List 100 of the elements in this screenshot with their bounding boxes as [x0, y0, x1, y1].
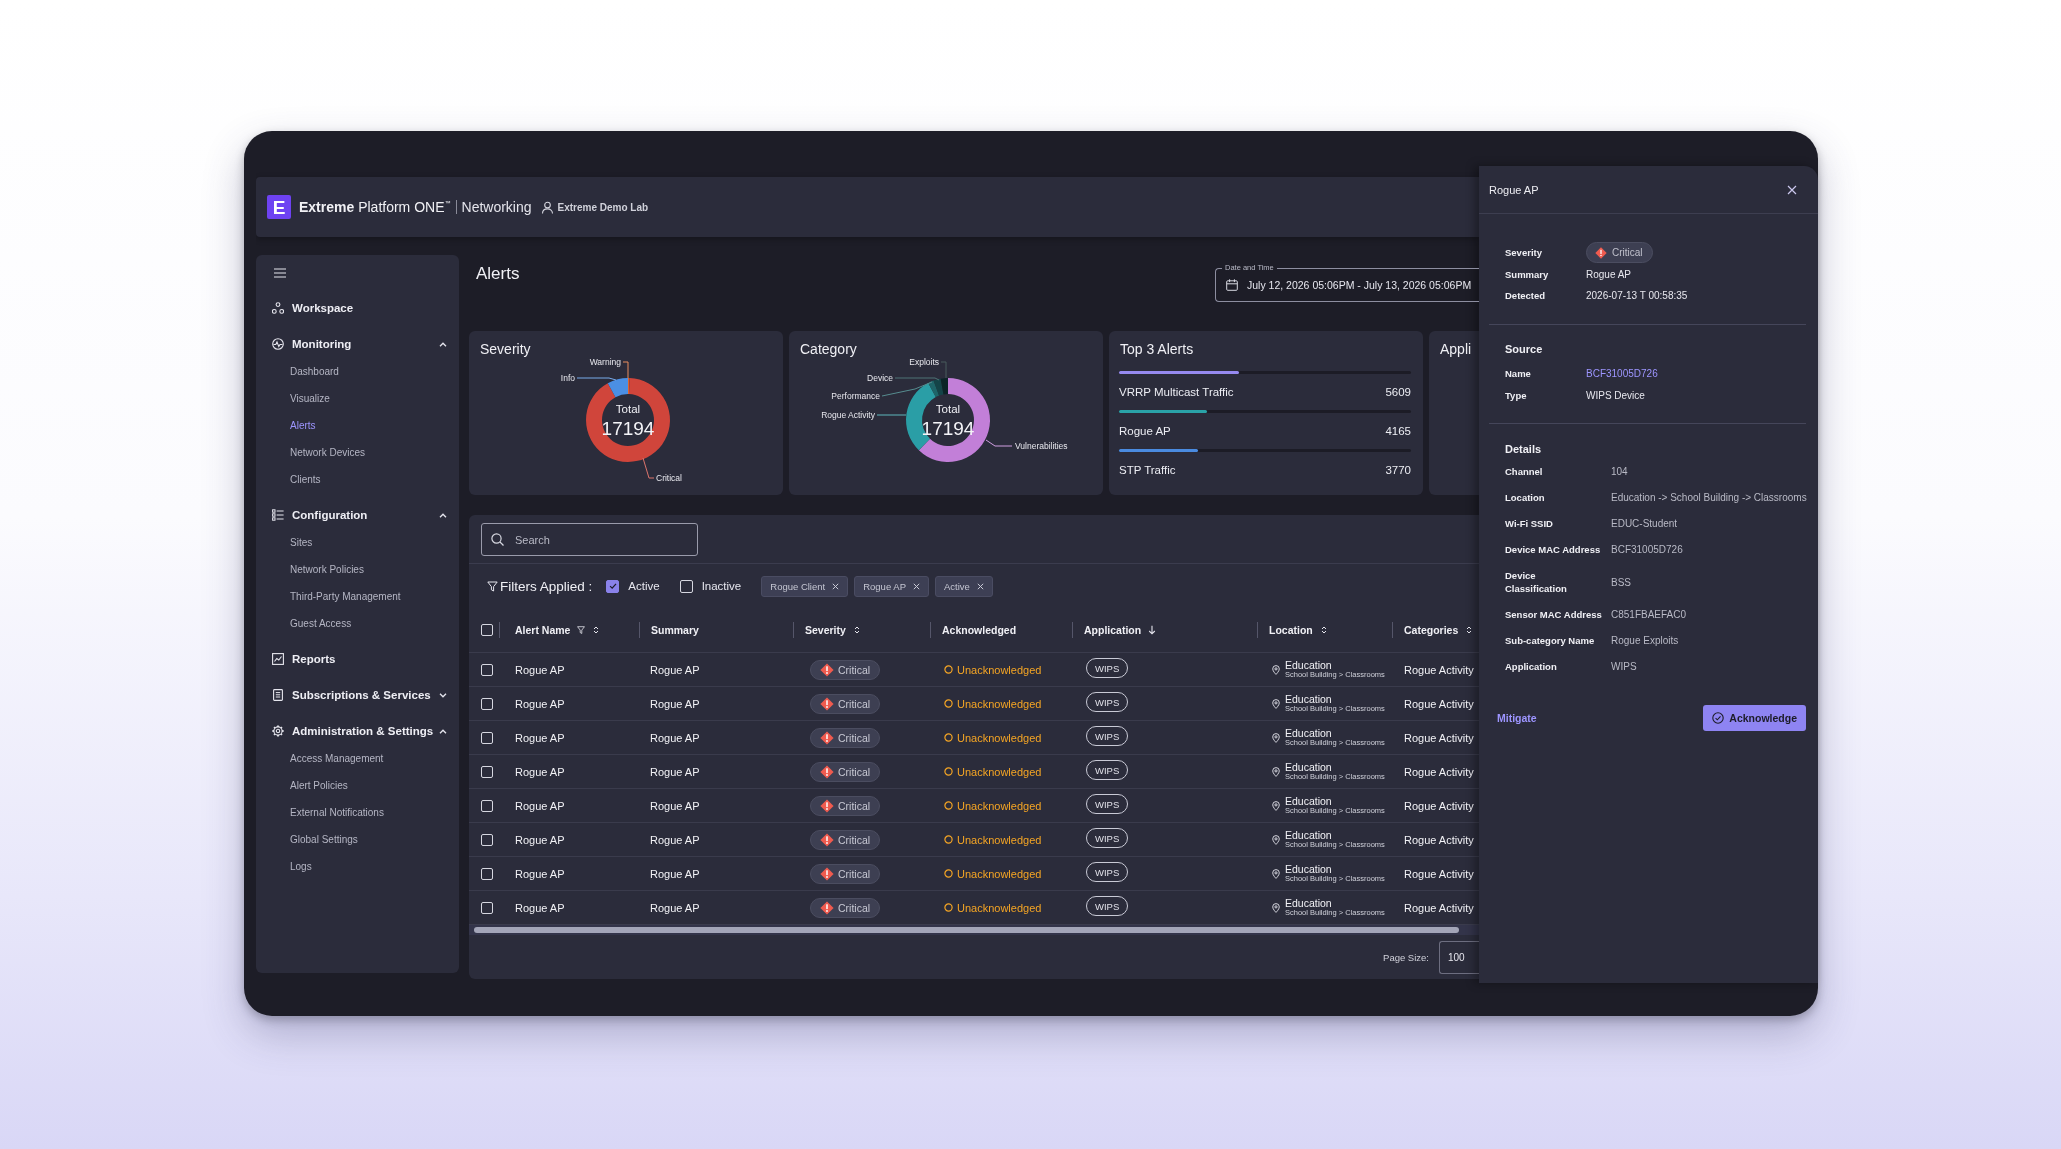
- chart-label: Critical: [656, 473, 682, 483]
- chevron-up-icon[interactable]: [439, 512, 447, 518]
- column-header[interactable]: Acknowledged: [942, 624, 1017, 636]
- field-label: Summary: [1505, 268, 1549, 280]
- field-value: 2026-07-13 T 00:58:35: [1586, 290, 1688, 302]
- filter-chip[interactable]: Rogue Client: [761, 575, 849, 597]
- close-icon[interactable]: [913, 582, 920, 590]
- column-header[interactable]: Severity: [805, 624, 860, 636]
- filters-label: Filters Applied :: [500, 578, 593, 594]
- severity-badge: Critical: [1586, 242, 1653, 264]
- alert-name[interactable]: Rogue AP: [515, 765, 565, 778]
- nav-item[interactable]: Monitoring: [256, 330, 459, 358]
- leader-line: [576, 377, 617, 381]
- chevron-up-icon[interactable]: [439, 341, 447, 347]
- checkbox[interactable]: [606, 579, 620, 593]
- summary-text: Rogue AP: [650, 867, 700, 880]
- location-name: Education: [1285, 829, 1333, 842]
- ack-status: Unacknowledged: [957, 663, 1042, 676]
- list-icon: [272, 509, 284, 521]
- nav-item[interactable]: Reports: [256, 645, 459, 673]
- status-ring-icon: [944, 869, 953, 878]
- alert-name[interactable]: Rogue AP: [515, 663, 565, 676]
- alert-count: 5609: [1385, 386, 1411, 398]
- chart-label: Exploits: [909, 358, 939, 367]
- nav-item[interactable]: Alert Policies: [256, 772, 459, 799]
- field-label: Sensor MAC Address: [1505, 608, 1602, 621]
- nav-item[interactable]: Subscriptions & Services: [256, 681, 459, 709]
- nav-item[interactable]: Access Management: [256, 745, 459, 772]
- field-value: WIPS Device: [1586, 390, 1645, 401]
- summary-text: Rogue AP: [650, 697, 700, 710]
- location-pin-icon: [1272, 834, 1280, 845]
- nav-item[interactable]: Global Settings: [256, 826, 459, 853]
- status-ring-icon: [944, 767, 953, 776]
- column-header[interactable]: Alert Name: [515, 624, 600, 636]
- filter-chip[interactable]: Rogue AP: [854, 575, 929, 597]
- alert-name[interactable]: Rogue AP: [515, 731, 565, 744]
- column-header[interactable]: Categories: [1404, 624, 1473, 636]
- alert-name[interactable]: Rogue AP: [515, 901, 565, 914]
- nav-item[interactable]: Network Policies: [256, 556, 459, 583]
- alert-diamond-icon: [820, 798, 834, 813]
- sort-icon[interactable]: [1320, 625, 1327, 635]
- field-label: Device Classification: [1505, 569, 1567, 595]
- nav-item[interactable]: Logs: [256, 853, 459, 880]
- nav-item[interactable]: Workspace: [256, 294, 459, 322]
- total-label: Total: [935, 403, 961, 415]
- acknowledge-button[interactable]: Acknowledge: [1703, 704, 1806, 731]
- nav-item[interactable]: Visualize: [256, 385, 459, 412]
- sort-icon[interactable]: [593, 625, 600, 635]
- nav-item[interactable]: Network Devices: [256, 439, 459, 466]
- field-label: Type: [1505, 390, 1527, 401]
- column-header[interactable]: Summary: [651, 624, 699, 636]
- alert-name[interactable]: Rogue AP: [515, 867, 565, 880]
- filter-chip[interactable]: Active: [935, 575, 993, 597]
- summary-text: Rogue AP: [650, 731, 700, 744]
- nav-item[interactable]: Guest Access: [256, 610, 459, 637]
- nav-item[interactable]: Dashboard: [256, 358, 459, 385]
- nav-item[interactable]: Third-Party Management: [256, 583, 459, 610]
- column-header[interactable]: Location: [1269, 624, 1327, 636]
- chevron-down-icon[interactable]: [439, 692, 447, 698]
- card-title: Appli: [1440, 340, 1472, 358]
- checkbox-label: Active: [628, 580, 660, 592]
- category-text: Rogue Activity: [1404, 833, 1474, 846]
- close-icon[interactable]: [832, 582, 840, 590]
- source-link[interactable]: BCF31005D726: [1586, 368, 1658, 379]
- tenant-name[interactable]: Extreme Demo Lab: [557, 201, 649, 213]
- category-text: Rogue Activity: [1404, 731, 1474, 744]
- ack-status: Unacknowledged: [957, 765, 1042, 778]
- scrollbar-thumb[interactable]: [474, 927, 1459, 933]
- severity-badge: Critical: [810, 897, 881, 918]
- nav-item[interactable]: Configuration: [256, 501, 459, 529]
- nav-item[interactable]: Administration & Settings: [256, 717, 459, 745]
- alert-name[interactable]: Rogue AP: [515, 833, 565, 846]
- field-value: Education -> School Building -> Classrooms: [1611, 491, 1807, 504]
- leader-line: [642, 457, 655, 479]
- alert-name[interactable]: Rogue AP: [515, 697, 565, 710]
- alert-count: 4165: [1385, 425, 1411, 437]
- filter-icon[interactable]: [577, 626, 586, 634]
- chart-label: Info: [560, 373, 575, 383]
- sort-icon[interactable]: [1466, 625, 1473, 635]
- nav-item[interactable]: Alerts: [256, 412, 459, 439]
- mitigate-link[interactable]: Mitigate: [1497, 711, 1537, 724]
- alert-diamond-icon: [820, 696, 834, 711]
- nav-item[interactable]: Clients: [256, 466, 459, 493]
- alert-name[interactable]: Rogue AP: [515, 799, 565, 812]
- close-icon[interactable]: [1787, 184, 1797, 195]
- chart-label: Device: [867, 373, 893, 383]
- alert-diamond-icon: [820, 900, 834, 915]
- close-icon[interactable]: [976, 582, 984, 590]
- sort-icon[interactable]: [853, 625, 860, 635]
- status-ring-icon: [944, 801, 953, 810]
- chevron-up-icon[interactable]: [439, 728, 447, 734]
- menu-icon[interactable]: [274, 267, 286, 279]
- nav-item[interactable]: External Notifications: [256, 799, 459, 826]
- pulse-icon: [272, 338, 284, 350]
- search-field[interactable]: Search: [481, 523, 698, 556]
- nav-item[interactable]: Sites: [256, 529, 459, 556]
- ack-status: Unacknowledged: [957, 867, 1042, 880]
- arrow-down-icon[interactable]: [1148, 625, 1157, 635]
- severity-badge: Critical: [810, 863, 881, 884]
- column-header[interactable]: Application: [1084, 624, 1157, 636]
